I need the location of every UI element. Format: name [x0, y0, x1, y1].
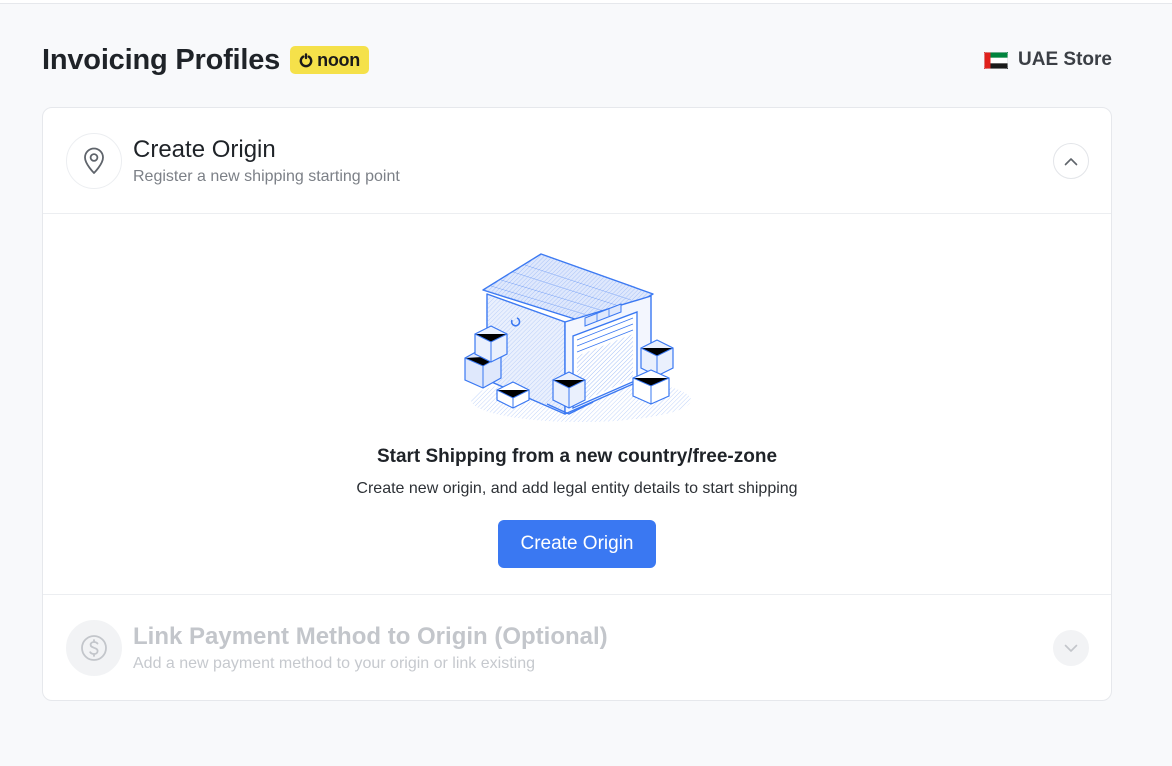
noon-logo-icon [299, 52, 313, 67]
create-origin-button[interactable]: Create Origin [498, 520, 656, 568]
empty-state-title: Start Shipping from a new country/free-z… [376, 446, 778, 467]
uae-flag-icon [984, 51, 1009, 69]
section-title: Link Payment Method to Origin (Optional) [133, 623, 608, 650]
section-subtitle: Add a new payment method to your origin … [133, 655, 535, 672]
store-selector[interactable]: UAE Store [984, 49, 1112, 71]
title-group: Invoicing Profiles noon [42, 44, 369, 77]
page-title: Invoicing Profiles [42, 43, 281, 76]
noon-wordmark: noon [317, 49, 360, 70]
warehouse-illustration [464, 253, 691, 422]
origin-setup-card: Create Origin Register a new shipping st… [42, 107, 1112, 701]
section-icon-wrap [66, 620, 122, 676]
section-title: Create Origin [133, 135, 276, 163]
section-icon-wrap [66, 132, 122, 189]
section-heading: Create Origin Register a new shipping st… [133, 136, 400, 186]
dollar-circle-icon [81, 635, 107, 661]
top-divider [0, 0, 1172, 4]
chevron-up-icon [1064, 157, 1078, 165]
section-create-origin-header[interactable]: Create Origin Register a new shipping st… [43, 108, 1111, 214]
collapse-button[interactable] [1053, 143, 1089, 179]
expand-button[interactable] [1053, 630, 1089, 666]
section-subtitle: Register a new shipping starting point [133, 167, 400, 185]
page-header: Invoicing Profiles noon UAE Store [42, 40, 1112, 80]
section-link-payment-header[interactable]: Link Payment Method to Origin (Optional)… [43, 595, 1111, 700]
chevron-down-icon [1064, 644, 1078, 652]
location-pin-icon [84, 147, 104, 174]
create-origin-empty-state: Start Shipping from a new country/free-z… [43, 214, 1111, 595]
noon-badge: noon [290, 46, 369, 74]
section-heading: Link Payment Method to Origin (Optional)… [133, 623, 608, 673]
empty-state-subtitle: Create new origin, and add legal entity … [356, 480, 798, 497]
store-label: UAE Store [1018, 49, 1112, 70]
